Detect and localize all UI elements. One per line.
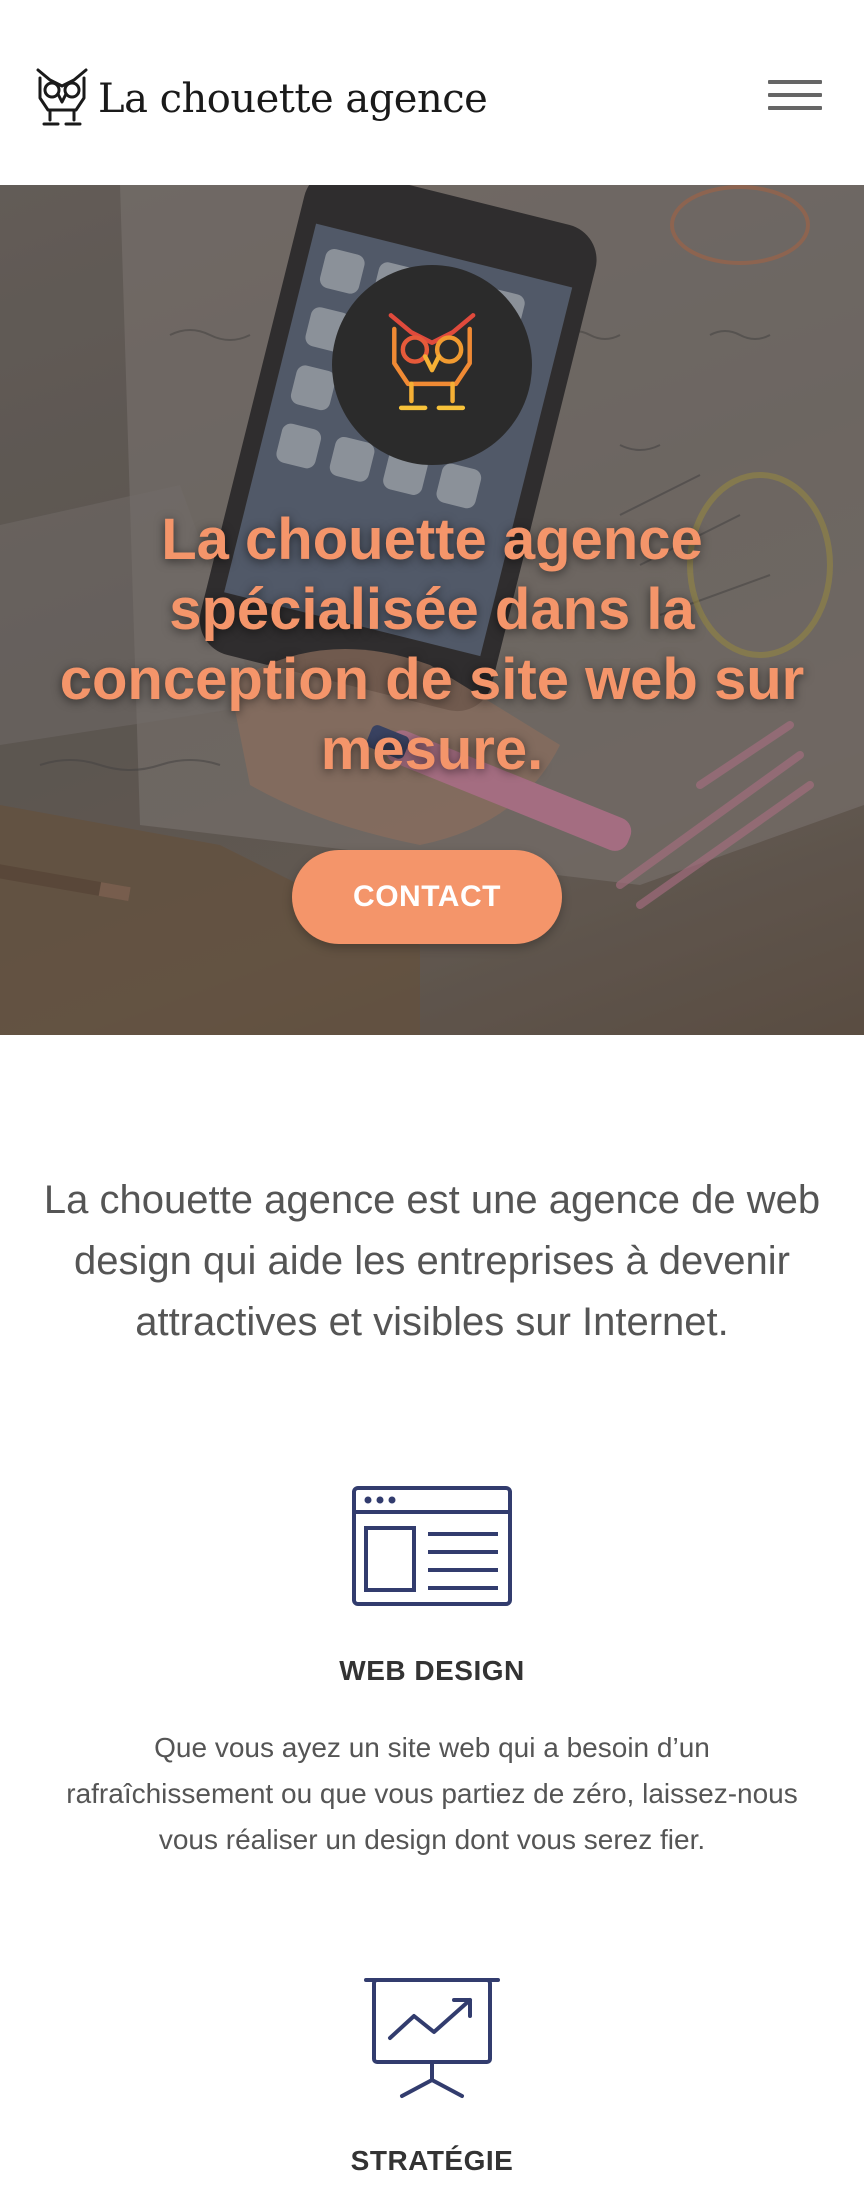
owl-icon: [388, 313, 476, 411]
hero-logo-badge: [332, 265, 532, 465]
web-design-icon: [352, 1486, 512, 1606]
hero-section: La chouette agence spécialisée dans la c…: [0, 185, 864, 1035]
site-header: La chouette agence: [0, 0, 864, 185]
contact-button[interactable]: CONTACT: [292, 850, 562, 944]
hero-title: La chouette agence spécialisée dans la c…: [59, 507, 805, 782]
brand-name: La chouette agence: [98, 76, 488, 122]
service-title-strategy: STRATÉGIE: [350, 2145, 514, 2176]
owl-icon: [36, 68, 88, 126]
strategy-presentation-icon: [364, 1978, 500, 2098]
intro-text: La chouette agence est une agence de web…: [43, 1178, 821, 1344]
brand-link[interactable]: La chouette agence: [32, 64, 488, 134]
service-title-web-design: WEB DESIGN: [339, 1655, 525, 1686]
service-description-web-design: Que vous ayez un site web qui a besoin d…: [66, 1732, 798, 1855]
hamburger-menu-icon[interactable]: [768, 78, 822, 112]
